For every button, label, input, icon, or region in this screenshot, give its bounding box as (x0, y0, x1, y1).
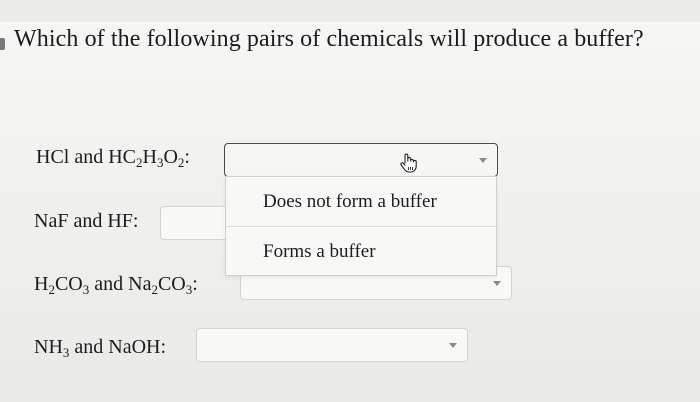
row-label-ammonia-naoh: NH3 and NaOH: (34, 336, 167, 360)
hand-pointer-icon (400, 153, 417, 173)
chevron-down-icon (479, 158, 487, 163)
top-strip (0, 0, 700, 22)
chevron-down-icon (493, 281, 501, 286)
buffer-select-ammonia-naoh[interactable] (196, 328, 468, 362)
chevron-down-icon (449, 343, 457, 348)
row-label-carbonic-acid-sodium-carbonate: H2CO3 and Na2CO3: (34, 273, 198, 297)
question-text: Which of the following pairs of chemical… (14, 26, 644, 52)
row-label-hcl-acetic-acid: HCl and HC2H3O2: (36, 146, 190, 170)
row-label-naf-hf: NaF and HF: (34, 210, 139, 232)
buffer-select-hcl-acetic-acid[interactable] (224, 143, 498, 177)
option-does-not-form-buffer[interactable]: Does not form a buffer (226, 177, 496, 226)
dropdown-menu: Does not form a buffer Forms a buffer (225, 176, 497, 276)
option-forms-buffer[interactable]: Forms a buffer (226, 226, 496, 275)
question-marker (0, 38, 5, 50)
